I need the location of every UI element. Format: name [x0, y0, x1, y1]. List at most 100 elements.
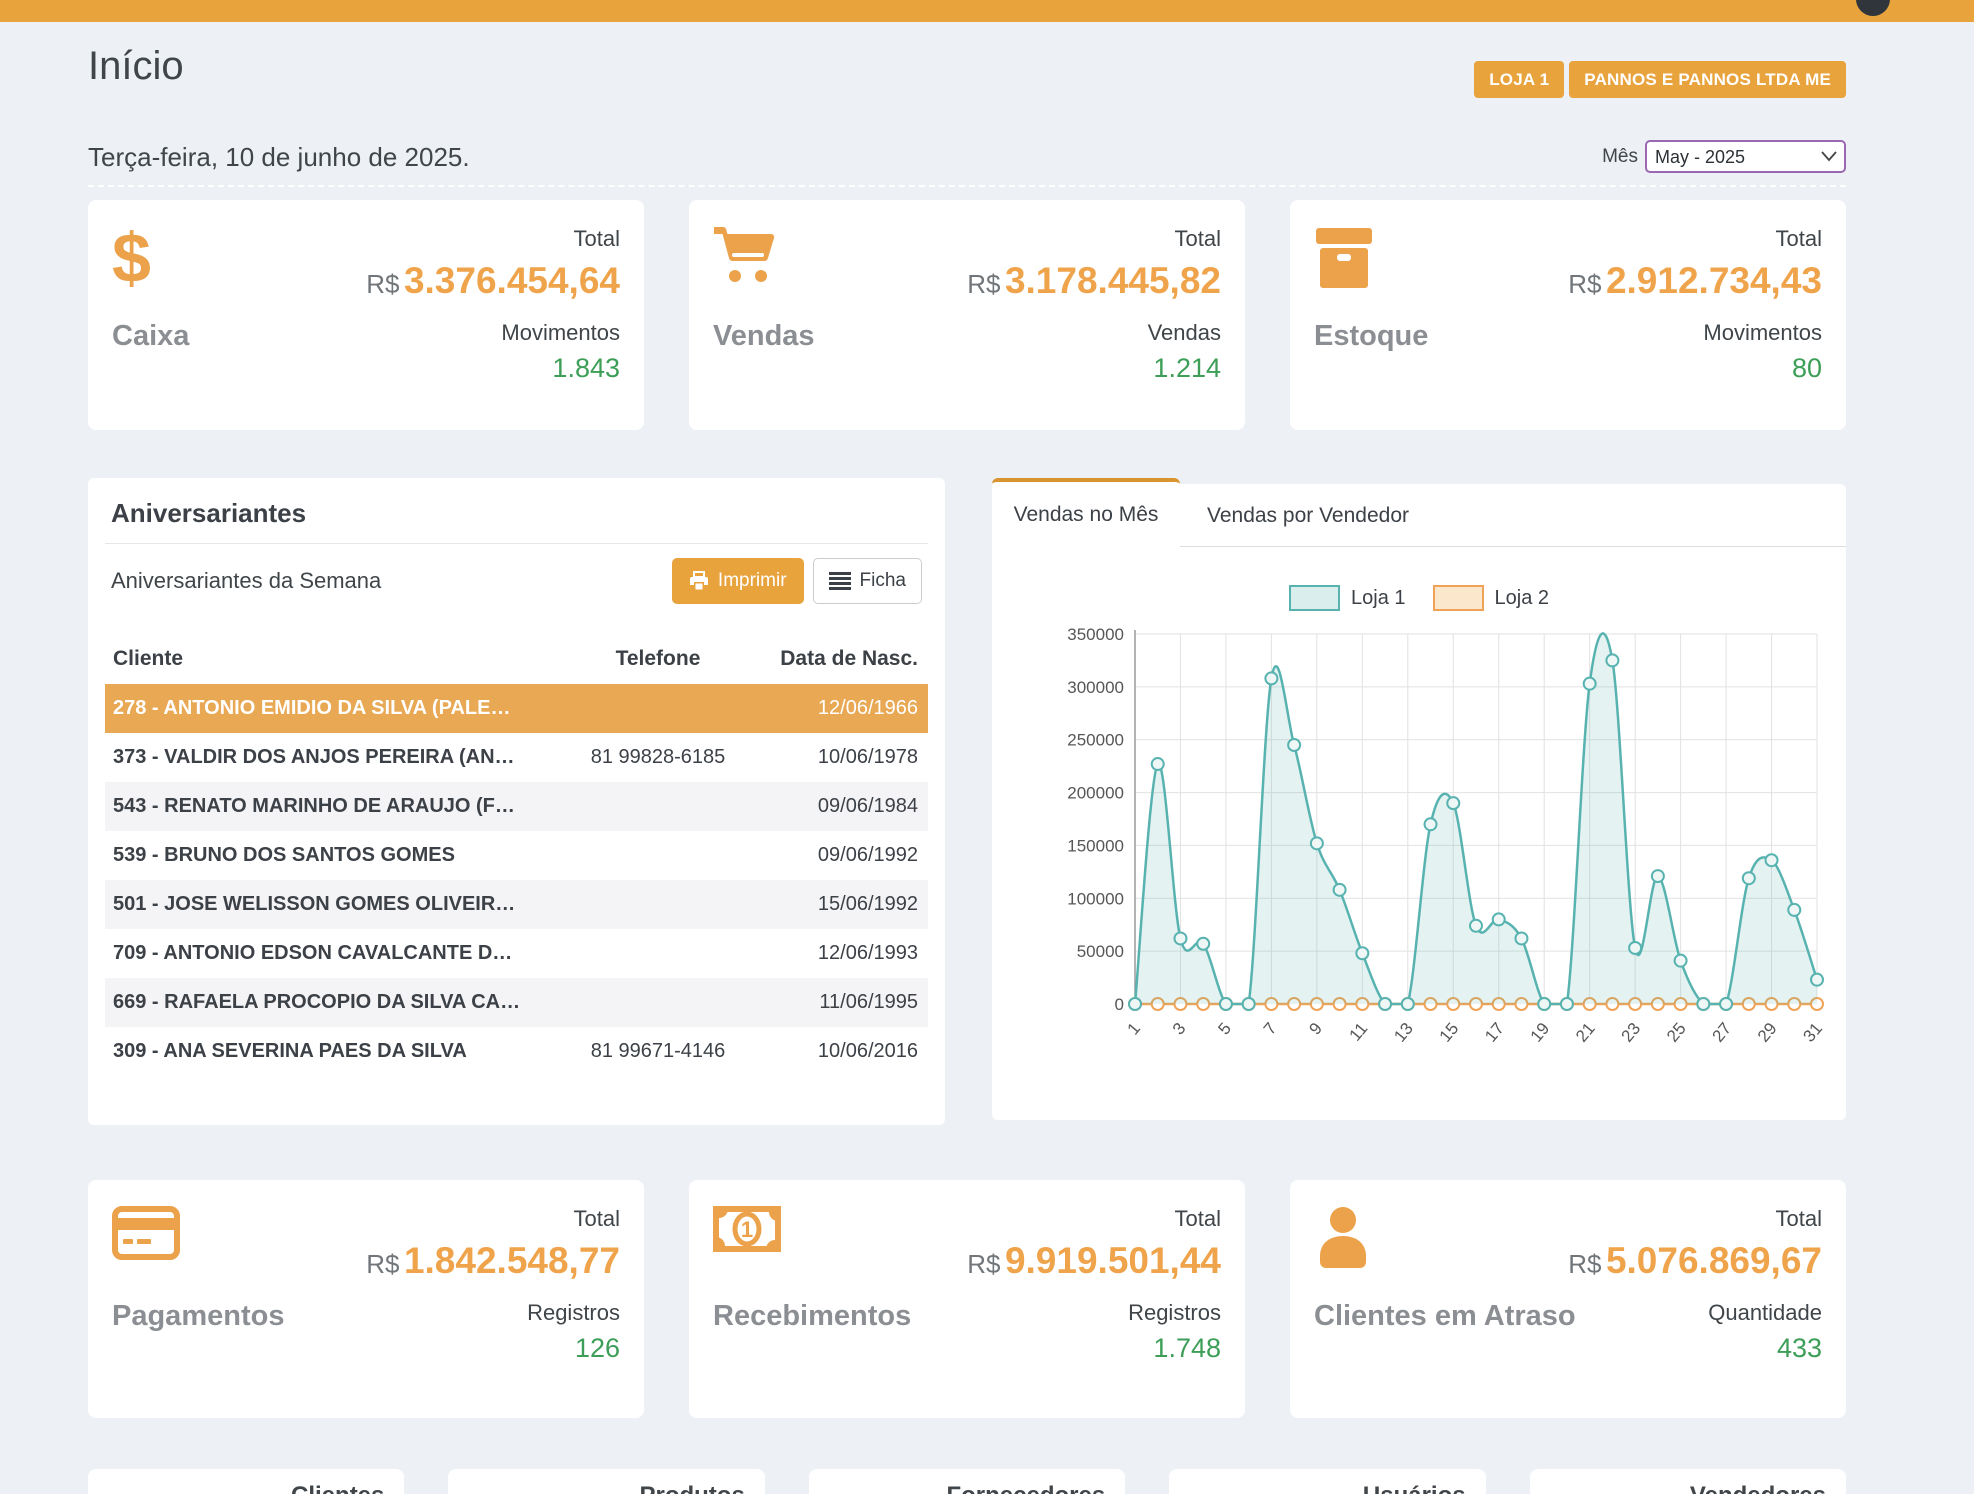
page-title: Início — [88, 44, 184, 89]
stat-count: 433 — [1568, 1333, 1822, 1364]
stat-amount: R$ 1.842.548,77 — [366, 1240, 620, 1282]
client-cell: 709 - ANTONIO EDSON CAVALCANTE D… — [105, 942, 558, 965]
birthdate-cell: 11/06/1995 — [758, 991, 928, 1014]
svg-text:21: 21 — [1572, 1019, 1599, 1046]
user-avatar[interactable] — [1856, 0, 1890, 16]
client-cell: 278 - ANTONIO EMIDIO DA SILVA (PALE… — [105, 697, 558, 720]
svg-text:50000: 50000 — [1077, 942, 1124, 961]
svg-text:17: 17 — [1481, 1019, 1508, 1046]
stat-card: Clientes em Atraso Total R$ 5.076.869,67… — [1290, 1180, 1846, 1418]
legend-label: Loja 2 — [1495, 587, 1550, 610]
svg-text:23: 23 — [1618, 1019, 1645, 1046]
stat-total-label: Total — [366, 226, 620, 252]
birthdate-cell: 09/06/1992 — [758, 844, 928, 867]
svg-text:27: 27 — [1708, 1019, 1735, 1046]
company-badge[interactable]: PANNOS E PANNOS LTDA ME — [1569, 61, 1846, 98]
birthdays-panel: Aniversariantes Aniversariantes da Seman… — [88, 478, 945, 1125]
stat-count-label: Registros — [967, 1300, 1221, 1326]
stat-card: Vendas Total R$ 3.178.445,82 Vendas 1.21… — [689, 200, 1245, 430]
stat-count: 126 — [366, 1333, 620, 1364]
list-icon — [829, 572, 851, 590]
col-cliente: Cliente — [105, 647, 558, 671]
chart-legend: Loja 1 Loja 2 — [992, 585, 1846, 611]
stat-count-label: Movimentos — [366, 320, 620, 346]
svg-text:25: 25 — [1663, 1019, 1690, 1046]
client-cell: 309 - ANA SEVERINA PAES DA SILVA — [105, 1040, 558, 1063]
ficha-button[interactable]: Ficha — [813, 558, 922, 604]
footer-stat-card: Produtos — [448, 1469, 764, 1494]
svg-text:300000: 300000 — [1067, 678, 1124, 697]
footer-card-label: Produtos — [448, 1482, 744, 1494]
legend-item[interactable]: Loja 2 — [1433, 585, 1550, 611]
table-row[interactable]: 501 - JOSE WELISSON GOMES OLIVEIR… 15/06… — [105, 880, 928, 929]
phone-cell: 81 99828-6185 — [558, 746, 758, 769]
stat-cards-top-row: $ Caixa Total R$ 3.376.454,64 Movimentos… — [88, 200, 1846, 430]
footer-card-label: Vendedores — [1530, 1482, 1826, 1494]
stat-amount: R$ 3.178.445,82 — [967, 260, 1221, 302]
svg-text:250000: 250000 — [1067, 731, 1124, 750]
table-row[interactable]: 543 - RENATO MARINHO DE ARAUJO (F… 09/06… — [105, 782, 928, 831]
stat-total-label: Total — [967, 1206, 1221, 1232]
stat-amount: R$ 2.912.734,43 — [1568, 260, 1822, 302]
print-button[interactable]: Imprimir — [672, 558, 804, 604]
table-row[interactable]: 669 - RAFAELA PROCOPIO DA SILVA CA… 11/0… — [105, 978, 928, 1027]
printer-icon — [689, 571, 709, 591]
stat-count-label: Vendas — [967, 320, 1221, 346]
svg-text:15: 15 — [1436, 1019, 1463, 1046]
stat-amount: R$ 3.376.454,64 — [366, 260, 620, 302]
table-row[interactable]: 309 - ANA SEVERINA PAES DA SILVA 81 9967… — [105, 1027, 928, 1076]
legend-item[interactable]: Loja 1 — [1289, 585, 1406, 611]
client-cell: 501 - JOSE WELISSON GOMES OLIVEIR… — [105, 893, 558, 916]
stat-count: 80 — [1568, 353, 1822, 384]
tab-vendas-no-mes[interactable]: Vendas no Mês — [992, 478, 1180, 547]
table-row[interactable]: 278 - ANTONIO EMIDIO DA SILVA (PALE… 12/… — [105, 684, 928, 733]
dashboard-page: Início LOJA 1 PANNOS E PANNOS LTDA ME Te… — [0, 0, 1974, 1494]
legend-swatch — [1289, 585, 1340, 611]
legend-label: Loja 1 — [1351, 587, 1406, 610]
top-navbar — [0, 0, 1974, 22]
store-badge[interactable]: LOJA 1 — [1474, 61, 1564, 98]
table-row[interactable]: 539 - BRUNO DOS SANTOS GOMES 09/06/1992 — [105, 831, 928, 880]
legend-swatch — [1433, 585, 1484, 611]
footer-card-label: Usuários — [1169, 1482, 1465, 1494]
footer-stat-card: Fornecedores — [809, 1469, 1125, 1494]
birthdate-cell: 09/06/1984 — [758, 795, 928, 818]
birthdate-cell: 12/06/1966 — [758, 697, 928, 720]
stat-amount: R$ 9.919.501,44 — [967, 1240, 1221, 1282]
stat-card: Estoque Total R$ 2.912.734,43 Movimentos… — [1290, 200, 1846, 430]
stat-total-label: Total — [1568, 1206, 1822, 1232]
col-data-nasc: Data de Nasc. — [758, 647, 928, 671]
footer-card-label: Clientes — [88, 1482, 384, 1494]
footer-card-label: Fornecedores — [809, 1482, 1105, 1494]
stat-cards-bottom-row: Pagamentos Total R$ 1.842.548,77 Registr… — [88, 1180, 1846, 1418]
client-cell: 669 - RAFAELA PROCOPIO DA SILVA CA… — [105, 991, 558, 1014]
svg-text:11: 11 — [1346, 1019, 1372, 1045]
stat-count-label: Movimentos — [1568, 320, 1822, 346]
table-row[interactable]: 373 - VALDIR DOS ANJOS PEREIRA (AN… 81 9… — [105, 733, 928, 782]
phone-cell: 81 99671-4146 — [558, 1040, 758, 1063]
svg-text:19: 19 — [1527, 1019, 1554, 1046]
stat-count: 1.748 — [967, 1333, 1221, 1364]
col-telefone: Telefone — [558, 647, 758, 671]
svg-text:7: 7 — [1260, 1019, 1281, 1038]
month-select[interactable]: May - 2025 — [1645, 140, 1846, 173]
svg-text:3: 3 — [1169, 1019, 1190, 1038]
birthdate-cell: 10/06/1978 — [758, 746, 928, 769]
footer-stat-card: Vendedores — [1530, 1469, 1846, 1494]
stat-total-label: Total — [967, 226, 1221, 252]
tab-vendas-por-vendedor[interactable]: Vendas por Vendedor — [1180, 484, 1436, 547]
birthdays-table-header: Cliente Telefone Data de Nasc. — [105, 634, 928, 684]
svg-text:100000: 100000 — [1067, 889, 1124, 908]
svg-text:13: 13 — [1390, 1019, 1417, 1046]
table-row[interactable]: 709 - ANTONIO EDSON CAVALCANTE D… 12/06/… — [105, 929, 928, 978]
stat-count-label: Registros — [366, 1300, 620, 1326]
stat-card: 1 Recebimentos Total R$ 9.919.501,44 Reg… — [689, 1180, 1245, 1418]
svg-text:0: 0 — [1115, 995, 1124, 1014]
stat-count-label: Quantidade — [1568, 1300, 1822, 1326]
birthdate-cell: 12/06/1993 — [758, 942, 928, 965]
footer-stat-card: Usuários — [1169, 1469, 1485, 1494]
section-divider — [88, 185, 1846, 187]
stat-count: 1.214 — [967, 353, 1221, 384]
birthdays-table: Cliente Telefone Data de Nasc. 278 - ANT… — [105, 634, 928, 1076]
client-cell: 539 - BRUNO DOS SANTOS GOMES — [105, 844, 558, 867]
